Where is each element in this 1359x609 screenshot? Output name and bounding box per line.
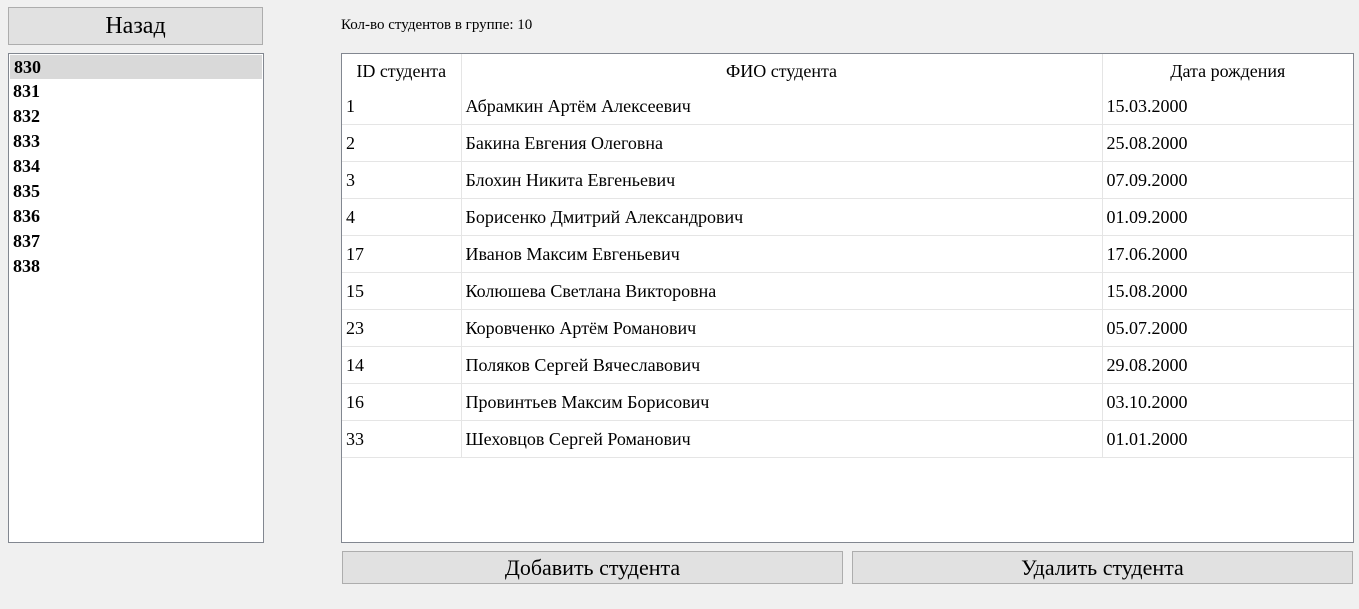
group-list-item[interactable]: 832: [9, 104, 263, 129]
table-row[interactable]: 14 Поляков Сергей Вячеславович 29.08.200…: [342, 346, 1353, 384]
cell-fio[interactable]: Бакина Евгения Олеговна: [461, 124, 1103, 162]
cell-fio[interactable]: Блохин Никита Евгеньевич: [461, 161, 1103, 199]
table-row[interactable]: 17 Иванов Максим Евгеньевич 17.06.2000: [342, 235, 1353, 273]
cell-birthdate[interactable]: 15.08.2000: [1102, 272, 1353, 310]
students-table[interactable]: ID студента ФИО студента Дата рождения 1…: [341, 53, 1354, 543]
cell-id[interactable]: 14: [342, 346, 462, 384]
cell-birthdate[interactable]: 17.06.2000: [1102, 235, 1353, 273]
cell-fio[interactable]: Абрамкин Артём Алексеевич: [461, 88, 1103, 125]
table-row[interactable]: 23 Коровченко Артём Романович 05.07.2000: [342, 309, 1353, 347]
cell-fio[interactable]: Шеховцов Сергей Романович: [461, 420, 1103, 458]
group-list-item[interactable]: 835: [9, 179, 263, 204]
cell-birthdate[interactable]: 07.09.2000: [1102, 161, 1353, 199]
group-list-item[interactable]: 830: [10, 55, 262, 79]
group-list[interactable]: 830 831 832 833 834 835 836 837 838: [8, 53, 264, 543]
cell-id[interactable]: 3: [342, 161, 462, 199]
cell-birthdate[interactable]: 29.08.2000: [1102, 346, 1353, 384]
table-row[interactable]: 1 Абрамкин Артём Алексеевич 15.03.2000: [342, 88, 1353, 125]
table-row[interactable]: 15 Колюшева Светлана Викторовна 15.08.20…: [342, 272, 1353, 310]
student-count-label: Кол-во студентов в группе: 10: [341, 17, 533, 33]
cell-fio[interactable]: Колюшева Светлана Викторовна: [461, 272, 1103, 310]
column-header-id[interactable]: ID студента: [342, 54, 462, 88]
cell-birthdate[interactable]: 03.10.2000: [1102, 383, 1353, 421]
table-header-row: ID студента ФИО студента Дата рождения: [342, 54, 1353, 88]
group-list-item[interactable]: 831: [9, 79, 263, 104]
back-button[interactable]: Назад: [8, 7, 263, 45]
column-header-fio[interactable]: ФИО студента: [461, 54, 1103, 88]
table-row[interactable]: 2 Бакина Евгения Олеговна 25.08.2000: [342, 124, 1353, 162]
cell-id[interactable]: 1: [342, 88, 462, 125]
cell-id[interactable]: 16: [342, 383, 462, 421]
cell-id[interactable]: 15: [342, 272, 462, 310]
group-list-item[interactable]: 833: [9, 129, 263, 154]
cell-id[interactable]: 33: [342, 420, 462, 458]
cell-id[interactable]: 23: [342, 309, 462, 347]
cell-birthdate[interactable]: 05.07.2000: [1102, 309, 1353, 347]
cell-fio[interactable]: Иванов Максим Евгеньевич: [461, 235, 1103, 273]
cell-fio[interactable]: Коровченко Артём Романович: [461, 309, 1103, 347]
group-list-item[interactable]: 836: [9, 204, 263, 229]
table-row[interactable]: 16 Провинтьев Максим Борисович 03.10.200…: [342, 383, 1353, 421]
group-list-item[interactable]: 837: [9, 229, 263, 254]
column-header-birthdate[interactable]: Дата рождения: [1102, 54, 1353, 88]
group-list-item[interactable]: 838: [9, 254, 263, 279]
cell-fio[interactable]: Поляков Сергей Вячеславович: [461, 346, 1103, 384]
cell-id[interactable]: 2: [342, 124, 462, 162]
cell-birthdate[interactable]: 01.09.2000: [1102, 198, 1353, 236]
cell-birthdate[interactable]: 25.08.2000: [1102, 124, 1353, 162]
table-row[interactable]: 33 Шеховцов Сергей Романович 01.01.2000: [342, 420, 1353, 458]
students-grid: ID студента ФИО студента Дата рождения 1…: [342, 54, 1353, 458]
cell-id[interactable]: 17: [342, 235, 462, 273]
group-list-item[interactable]: 834: [9, 154, 263, 179]
table-row[interactable]: 3 Блохин Никита Евгеньевич 07.09.2000: [342, 161, 1353, 199]
cell-id[interactable]: 4: [342, 198, 462, 236]
add-student-button[interactable]: Добавить студента: [342, 551, 843, 584]
cell-birthdate[interactable]: 01.01.2000: [1102, 420, 1353, 458]
delete-student-button[interactable]: Удалить студента: [852, 551, 1353, 584]
app-window: Назад 830 831 832 833 834 835 836 837 83…: [0, 0, 1359, 609]
cell-birthdate[interactable]: 15.03.2000: [1102, 88, 1353, 125]
cell-fio[interactable]: Провинтьев Максим Борисович: [461, 383, 1103, 421]
table-row[interactable]: 4 Борисенко Дмитрий Александрович 01.09.…: [342, 198, 1353, 236]
cell-fio[interactable]: Борисенко Дмитрий Александрович: [461, 198, 1103, 236]
